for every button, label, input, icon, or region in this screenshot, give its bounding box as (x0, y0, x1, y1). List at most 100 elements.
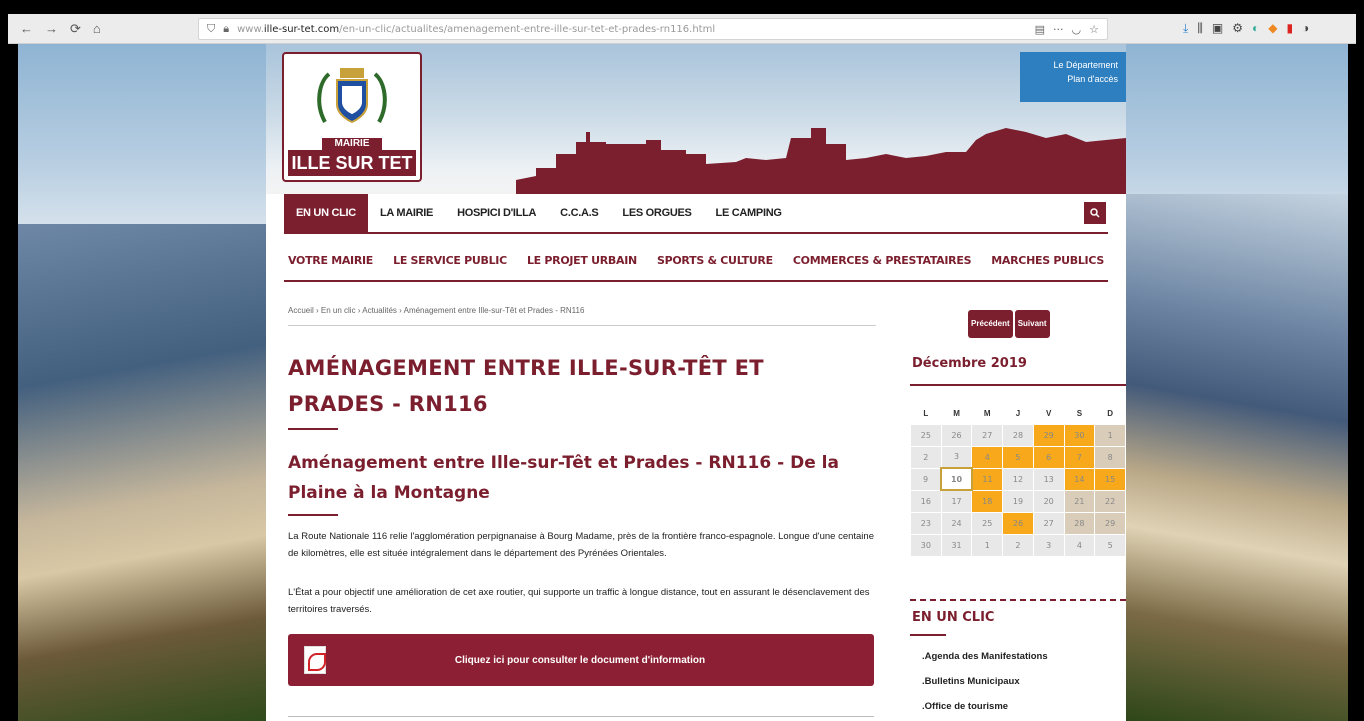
breadcrumb[interactable]: Accueil › En un clic › Actualités › Amén… (288, 306, 876, 326)
content-divider (288, 716, 874, 717)
calendar-day-event[interactable]: 4 (971, 445, 1004, 469)
calendar-day-today: 10 (940, 467, 973, 491)
calendar-day: 27 (1032, 511, 1065, 535)
toolbar-extensions: ⤓ ⫼ ▣ ⚙ ◐ ◆ ▮ ◑ (1183, 21, 1309, 36)
calendar-day: 3 (1032, 533, 1065, 557)
calendar-day: 30 (910, 533, 942, 557)
plan-acces-link[interactable]: Plan d'accès (1028, 72, 1118, 86)
page-title: AMÉNAGEMENT ENTRE ILLE-SUR-TÊT ET PRADES… (288, 356, 764, 416)
link-agenda[interactable]: .Agenda des Manifestations (922, 644, 1048, 669)
nav-les-orgues[interactable]: LES ORGUES (610, 194, 703, 232)
calendar-day-event[interactable]: 30 (1063, 423, 1096, 447)
calendar-day-event[interactable]: 14 (1063, 467, 1096, 491)
en-un-clic-rule (910, 634, 946, 636)
url-prefix: www. (237, 23, 264, 35)
site-logo[interactable]: MAIRIE ILLE SUR TET (282, 52, 422, 182)
extension-icon[interactable]: ⚙ (1232, 21, 1243, 36)
link-bulletins[interactable]: .Bulletins Municipaux (922, 669, 1048, 694)
page-actions-icon[interactable]: ··· (1053, 23, 1064, 36)
subnav-projet-urbain[interactable]: LE PROJET URBAIN (527, 254, 637, 267)
calendar-day: 8 (1094, 445, 1126, 469)
forward-icon[interactable]: → (45, 21, 58, 37)
nav-en-un-clic[interactable]: EN UN CLIC (284, 194, 368, 232)
search-button[interactable] (1084, 202, 1106, 224)
calendar-day-event[interactable]: 26 (1002, 511, 1034, 535)
departement-link[interactable]: Le Département (1028, 58, 1118, 72)
home-icon[interactable]: ⌂ (93, 21, 101, 37)
weekday-label: D (1107, 409, 1113, 419)
calendar-day-event[interactable]: 18 (971, 489, 1004, 513)
article-subtitle: Aménagement entre Ille-sur-Têt et Prades… (288, 453, 839, 503)
library-icon[interactable]: ⫼ (1197, 21, 1203, 36)
url-bar[interactable]: ⛉ 🔒︎ www. ille-sur-tet.com/en-un-clic/act… (198, 18, 1108, 40)
calendar-weekdays: LMMJVSD (911, 404, 1126, 424)
extension-icon[interactable]: ◐ (1252, 21, 1259, 36)
logo-mairie-label: MAIRIE (322, 138, 382, 150)
subnav-commerces[interactable]: COMMERCES & PRESTATAIRES (793, 254, 972, 267)
pdf-download-button[interactable]: Cliquez ici pour consulter le document d… (288, 634, 874, 686)
nav-le-camping[interactable]: LE CAMPING (704, 194, 794, 232)
subnav-service-public[interactable]: LE SERVICE PUBLIC (393, 254, 507, 267)
download-icon[interactable]: ⤓ (1183, 21, 1188, 36)
calendar-day-event[interactable]: 6 (1032, 445, 1065, 469)
calendar-week: 2345678 (910, 445, 1126, 469)
extension-icon[interactable]: ▮ (1286, 21, 1293, 36)
sidebar-icon[interactable]: ▣ (1212, 21, 1223, 36)
en-un-clic-links: .Agenda des Manifestations .Bulletins Mu… (922, 644, 1048, 719)
subnav-votre-mairie[interactable]: VOTRE MAIRIE (288, 254, 373, 267)
subnav-sports-culture[interactable]: SPORTS & CULTURE (657, 254, 773, 267)
calendar-day: 16 (910, 489, 942, 513)
calendar-day-event[interactable]: 11 (971, 467, 1004, 491)
subnav-marches-publics[interactable]: MARCHES PUBLICS (991, 254, 1104, 267)
calendar-day: 24 (940, 511, 973, 535)
calendar-day: 5 (1094, 533, 1126, 557)
calendar-day: 12 (1002, 467, 1034, 491)
calendar-day: 17 (940, 489, 973, 513)
site-container: MAIRIE ILLE SUR TET Le Département Plan … (266, 44, 1126, 721)
weekday-label: M (983, 409, 991, 419)
calendar-week: 9 10 11 12 13 14 15 (910, 467, 1126, 491)
calendar-day: 1 (1094, 423, 1126, 447)
main-navigation: EN UN CLIC LA MAIRIE HOSPICI D'ILLA C.C.… (284, 194, 1108, 234)
calendar-day: 21 (1063, 489, 1096, 513)
extension-icon[interactable]: ◑ (1302, 21, 1309, 36)
calendar-week: 23 24 25 26 27 28 29 (910, 511, 1126, 535)
next-button[interactable]: Suivant (1014, 310, 1050, 338)
nav-ccas[interactable]: C.C.A.S (548, 194, 610, 232)
calendar-day-event[interactable]: 15 (1094, 467, 1126, 491)
calendar-day: 22 (1094, 489, 1126, 513)
background-landscape-right (1118, 194, 1348, 721)
calendar-day: 9 (910, 467, 942, 491)
weekday-label: L (923, 409, 929, 419)
link-office-tourisme[interactable]: .Office de tourisme (922, 694, 1048, 719)
reload-icon[interactable]: ⟳ (70, 21, 81, 37)
back-icon[interactable]: ← (20, 21, 33, 37)
calendar-day: 28 (1002, 423, 1034, 447)
pocket-icon[interactable]: ◡ (1072, 23, 1082, 36)
calendar-day: 2 (1002, 533, 1034, 557)
calendar-title: Décembre 2019 (912, 356, 1027, 371)
calendar-week: 30 31 1 2 3 4 5 (910, 533, 1126, 557)
calendar-day: 29 (1094, 511, 1126, 535)
calendar-day-event[interactable]: 29 (1032, 423, 1065, 447)
header-links-box: Le Département Plan d'accès (1020, 52, 1126, 102)
calendar-day: 13 (1032, 467, 1065, 491)
calendar-week: 25 26 27 28 29 30 1 (910, 423, 1126, 447)
calendar-day: 19 (1002, 489, 1034, 513)
calendar-day-event[interactable]: 7 (1063, 445, 1096, 469)
shield-icon[interactable]: ⛉ (207, 22, 215, 36)
calendar-day: 27 (971, 423, 1004, 447)
nav-hospici-dilla[interactable]: HOSPICI D'ILLA (445, 194, 548, 232)
lock-icon[interactable]: 🔒︎ (223, 22, 229, 36)
article-paragraph-1: La Route Nationale 116 relie l'aggloméra… (288, 531, 874, 559)
calendar-day: 4 (1063, 533, 1096, 557)
extension-icon[interactable]: ◆ (1268, 21, 1277, 36)
weekday-label: S (1076, 409, 1083, 419)
background-landscape-left (18, 224, 278, 721)
calendar-day-event[interactable]: 5 (1002, 445, 1034, 469)
nav-la-mairie[interactable]: LA MAIRIE (368, 194, 445, 232)
previous-button[interactable]: Précédent (968, 310, 1013, 338)
weekday-label: V (1045, 409, 1052, 419)
reader-view-icon[interactable]: ▤ (1035, 23, 1045, 36)
bookmark-star-icon[interactable]: ☆ (1089, 23, 1099, 36)
